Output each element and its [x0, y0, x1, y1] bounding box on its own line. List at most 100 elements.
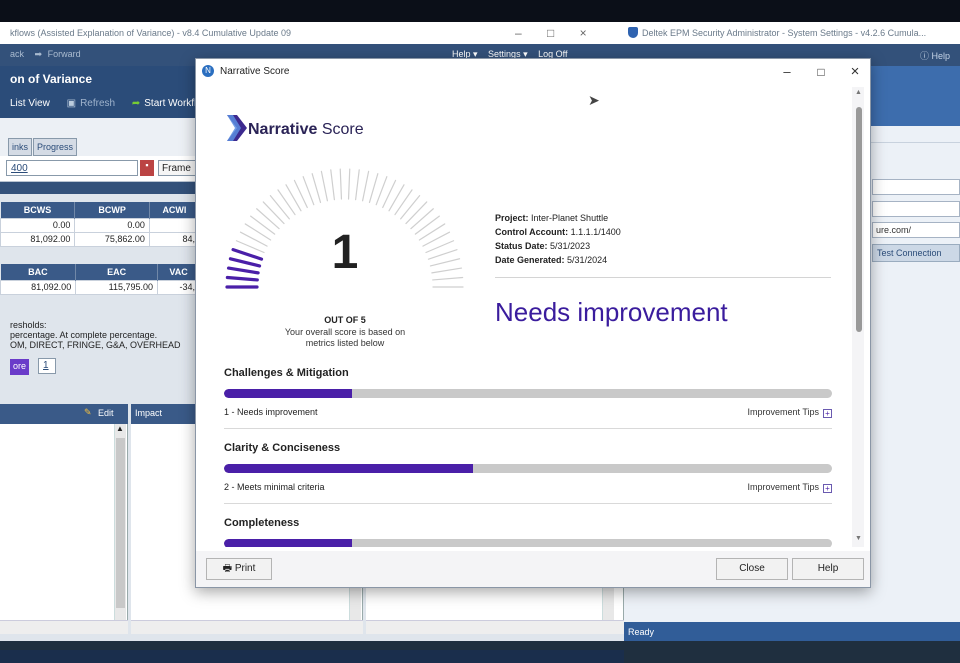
url-field[interactable]: ure.com/ — [872, 222, 960, 238]
scroll-thumb[interactable] — [116, 438, 125, 608]
section-score: 1 — [224, 407, 230, 417]
gauge-tick — [414, 215, 440, 235]
settings-field[interactable] — [872, 179, 960, 195]
edit-button[interactable]: Edit — [98, 408, 114, 418]
score-badge[interactable]: ore — [10, 359, 30, 375]
gauge-tick — [400, 194, 421, 220]
section-footer: 1 - Needs improvement Improvement Tips + — [224, 407, 832, 420]
gauge-tick — [262, 201, 285, 225]
gauge-tick — [405, 201, 428, 225]
scroll-up-icon[interactable]: ▲ — [116, 424, 124, 433]
meta-date-generated: Date Generated: 5/31/2024 — [495, 253, 621, 267]
meta-value: 5/31/2023 — [550, 241, 591, 251]
list-view-button[interactable]: List View — [10, 98, 50, 109]
forward-link[interactable]: Forward — [48, 49, 81, 59]
gauge-tick — [431, 267, 463, 274]
edit-panel: ▲ — [0, 424, 128, 634]
gauge-tick — [432, 276, 464, 281]
maximize-icon[interactable]: □ — [547, 26, 554, 40]
col-header[interactable]: VAC — [157, 264, 200, 280]
col-header[interactable]: BCWS — [0, 202, 76, 218]
table-cell: 0.00 — [74, 217, 150, 233]
col-header[interactable]: BCWP — [74, 202, 150, 218]
section-completeness: Completeness — [224, 517, 832, 547]
logo-word-regular: Score — [321, 121, 364, 138]
improvement-tips-toggle[interactable]: Improvement Tips + — [747, 482, 832, 493]
mouse-cursor-icon: ➤ — [588, 92, 600, 108]
score-bar-fill — [224, 539, 352, 547]
expand-plus-icon[interactable]: + — [823, 484, 832, 493]
dialog-vertical-scrollbar[interactable]: ▲ ▼ — [854, 87, 864, 547]
scroll-thumb[interactable] — [856, 107, 862, 332]
section-title: Completeness — [224, 517, 300, 529]
minimize-icon[interactable]: – — [515, 26, 522, 40]
cost-table: BCWS BCWP ACWI 0.00 0.00 81,092.00 75,86… — [0, 202, 201, 247]
dialog-footer: 🖶 Print Close Help — [196, 551, 870, 587]
scroll-up-icon[interactable]: ▲ — [855, 89, 862, 96]
minimize-icon[interactable]: – — [774, 63, 800, 81]
gauge-tick — [418, 223, 446, 241]
vertical-scrollbar[interactable]: ▲ — [114, 424, 126, 620]
col-header[interactable]: EAC — [75, 264, 159, 280]
help-button[interactable]: Help — [792, 558, 864, 580]
col-header[interactable]: ACWI — [149, 202, 201, 218]
meta-label: Project: — [495, 213, 529, 223]
tab-links[interactable]: inks — [8, 138, 33, 156]
horizontal-scrollbar[interactable] — [0, 620, 128, 634]
test-connection-button[interactable]: Test Connection — [872, 244, 960, 262]
close-button[interactable]: Close — [716, 558, 788, 580]
thresholds-line: resholds: — [10, 320, 47, 330]
tab-progress[interactable]: Progress — [33, 138, 78, 156]
dialog-body: Narrative Score 1 OUT OF 5 Your overall … — [204, 87, 864, 547]
table-cell: 81,092.00 — [0, 231, 76, 247]
gauge-tick — [355, 169, 360, 201]
close-icon[interactable]: × — [842, 63, 868, 81]
maximize-icon[interactable]: □ — [808, 63, 834, 81]
gauge-tick — [429, 258, 461, 267]
score-verdict: Needs improvement — [495, 297, 728, 327]
gauge-tick — [277, 189, 296, 216]
frame-label[interactable]: Frame — [158, 160, 198, 176]
settings-field[interactable] — [872, 201, 960, 217]
section-rating: Meets minimal criteria — [237, 482, 325, 492]
score-card: Narrative Score 1 OUT OF 5 Your overall … — [204, 87, 852, 547]
score-bar-fill — [224, 464, 474, 473]
control-account-field[interactable]: 400 — [6, 160, 138, 176]
gauge-tick — [311, 173, 322, 204]
edit-panel-bar: ✎ Edit — [0, 404, 128, 424]
table-cell: 115,795.00 — [75, 279, 159, 295]
score-link[interactable]: 1 — [38, 358, 56, 374]
dialog-title: Narrative Score — [220, 66, 290, 77]
section-rating: Needs improvement — [237, 407, 318, 417]
gauge-tick — [250, 215, 276, 235]
refresh-button[interactable]: Refresh — [80, 98, 115, 109]
logo-wordmark: Narrative Score — [248, 121, 364, 139]
improvement-tips-toggle[interactable]: Improvement Tips + — [747, 407, 832, 418]
score-description-line: metrics listed below — [305, 338, 385, 348]
horizontal-scrollbar[interactable] — [131, 620, 363, 634]
lookup-icon[interactable]: ▪ — [140, 160, 154, 176]
back-link[interactable]: ack — [10, 49, 24, 59]
thresholds-line: OM, DIRECT, FRINGE, G&A, OVERHEAD — [10, 340, 181, 350]
table-cell: 0.00 — [0, 217, 76, 233]
improvement-tips-label: Improvement Tips — [747, 482, 819, 492]
gauge-tick — [368, 173, 379, 204]
meta-control-account: Control Account: 1.1.1.1/1400 — [495, 225, 621, 239]
score-bar — [224, 389, 832, 398]
status-bar: Ready — [624, 622, 960, 641]
gauge-tick — [330, 169, 335, 201]
section-title: Challenges & Mitigation — [224, 367, 349, 379]
horizontal-scrollbar[interactable] — [366, 620, 624, 634]
meta-project: Project: Inter-Planet Shuttle — [495, 211, 621, 225]
print-button[interactable]: 🖶 Print — [206, 558, 272, 580]
col-header[interactable]: BAC — [0, 264, 77, 280]
close-icon[interactable]: × — [580, 26, 587, 40]
expand-plus-icon[interactable]: + — [823, 409, 832, 418]
score-description: Your overall score is based on metrics l… — [264, 327, 426, 349]
print-label: Print — [234, 563, 256, 574]
meta-value: 5/31/2024 — [567, 255, 608, 265]
impact-label: Impact — [135, 408, 163, 418]
logo-word-bold: Narrative — [248, 121, 318, 138]
right-help-link[interactable]: Help — [931, 51, 950, 61]
scroll-down-icon[interactable]: ▼ — [855, 535, 862, 542]
